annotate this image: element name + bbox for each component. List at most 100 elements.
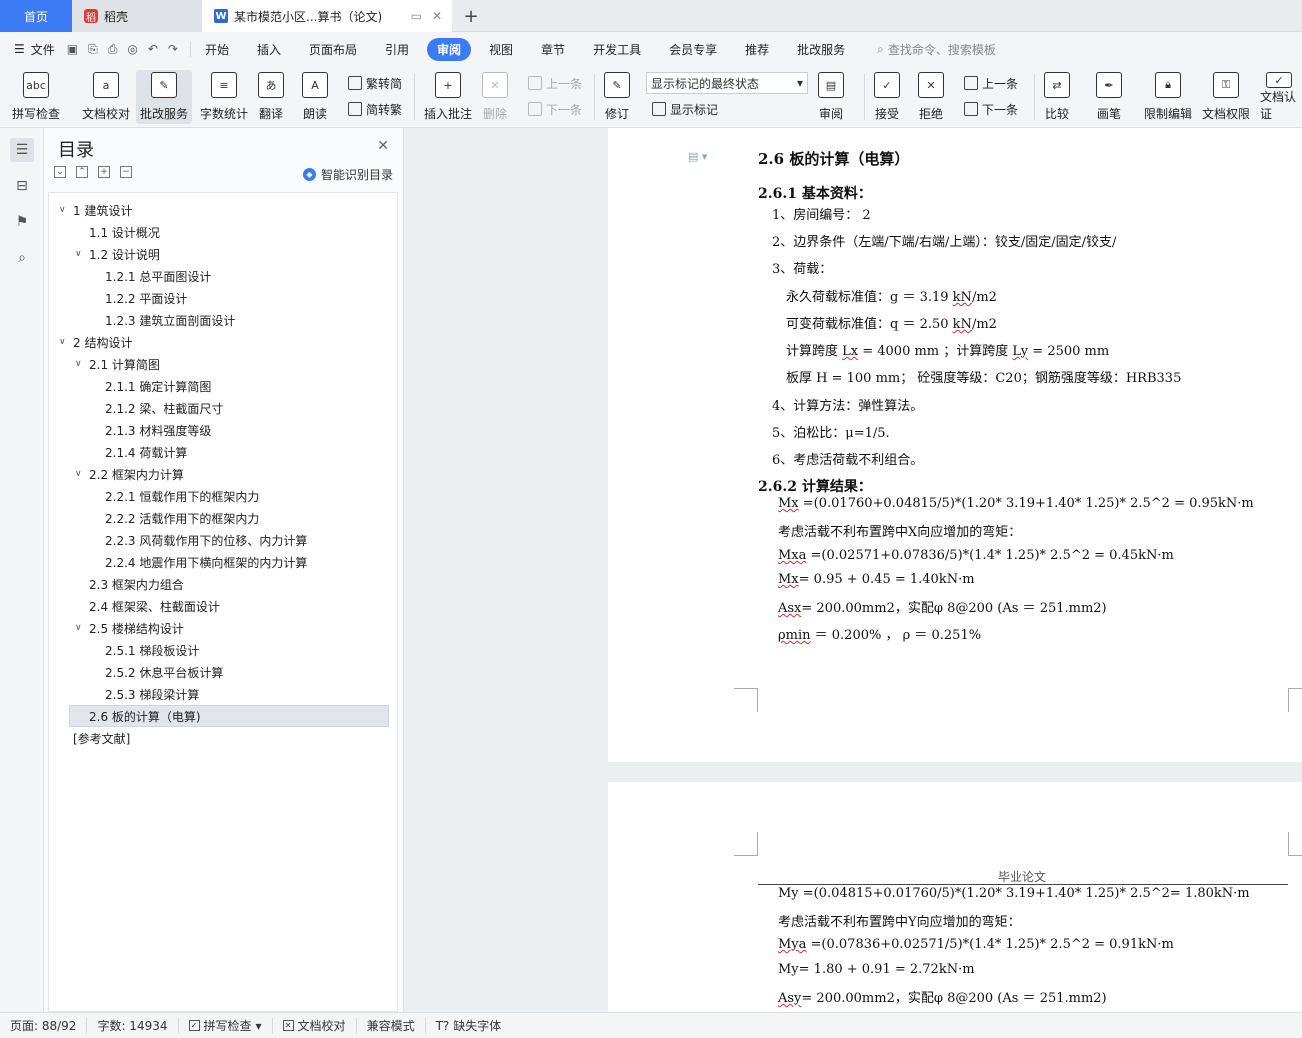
- tab-daoke[interactable]: 稻 稻壳: [72, 0, 202, 32]
- doc-cert-button[interactable]: ✓ 文档认证: [1256, 70, 1302, 124]
- command-search[interactable]: ⌕ 查找命令、搜索模板: [877, 41, 996, 58]
- menu-view[interactable]: 视图: [479, 38, 523, 61]
- track-changes-button[interactable]: ✎ 修订: [600, 70, 634, 124]
- toc-item[interactable]: ∨ 2.2 框架内力计算: [75, 463, 184, 485]
- accept-button[interactable]: ✓ 接受: [870, 70, 904, 124]
- spell-flagged-word[interactable]: Mx: [778, 496, 799, 511]
- spell-flagged-word[interactable]: Ly: [1012, 344, 1028, 359]
- spell-check-button[interactable]: abc 拼写检查: [8, 70, 64, 124]
- export-icon[interactable]: ⎘: [88, 42, 98, 57]
- prev-comment-button[interactable]: 上一条: [528, 72, 582, 94]
- menu-review-service[interactable]: 批改服务: [787, 38, 855, 61]
- prev-change-button[interactable]: 上一条: [964, 72, 1018, 94]
- search-icon[interactable]: ⌕: [10, 246, 34, 270]
- missing-font-indicator[interactable]: T? 缺失字体: [426, 1018, 512, 1034]
- spell-flagged-word[interactable]: Lx: [842, 344, 858, 359]
- spell-flagged-word[interactable]: Mxa: [778, 548, 806, 563]
- show-markup-button[interactable]: 显示标记: [652, 98, 718, 120]
- menu-chapter[interactable]: 章节: [531, 38, 575, 61]
- remove-level-icon[interactable]: −: [120, 166, 132, 178]
- markup-mode-select[interactable]: 显示标记的最终状态 ▾: [646, 72, 808, 94]
- chapter-nav-icon[interactable]: ⊟: [10, 174, 34, 198]
- toc-item[interactable]: ∨ 2 结构设计: [59, 331, 132, 353]
- toc-item[interactable]: 2.1.1 确定计算简图: [105, 375, 211, 397]
- review-service-button[interactable]: ✎ 批改服务: [136, 70, 193, 124]
- toc-item[interactable]: 2.5.2 休息平台板计算: [105, 661, 223, 683]
- next-change-button[interactable]: 下一条: [964, 98, 1018, 120]
- smart-toc-button[interactable]: ◆ 智能识别目录: [302, 166, 393, 183]
- proofread-toggle[interactable]: ✕ 文档校对: [273, 1017, 357, 1034]
- toc-item[interactable]: 2.5.3 梯段梁计算: [105, 683, 199, 705]
- toc-item[interactable]: ∨ 2.5 楼梯结构设计: [75, 617, 184, 639]
- new-tab-button[interactable]: +: [458, 0, 484, 32]
- close-icon[interactable]: ✕: [377, 138, 389, 154]
- toc-item[interactable]: 2.2.4 地震作用下横向框架的内力计算: [105, 551, 307, 573]
- undo-icon[interactable]: ↶: [148, 42, 158, 57]
- toc-item[interactable]: 2.2.1 恒载作用下的框架内力: [105, 485, 259, 507]
- toc-item[interactable]: 1.2.1 总平面图设计: [105, 265, 211, 287]
- menu-recommend[interactable]: 推荐: [735, 38, 779, 61]
- compare-button[interactable]: ⇄ 比较: [1040, 70, 1074, 124]
- toc-item[interactable]: 2.3 框架内力组合: [89, 573, 184, 595]
- menu-reference[interactable]: 引用: [375, 38, 419, 61]
- expand-all-icon[interactable]: ⌄: [54, 166, 66, 178]
- spell-flagged-word[interactable]: Asy: [778, 991, 801, 1006]
- spell-flagged-word[interactable]: ρmin: [778, 628, 811, 643]
- spell-flagged-word[interactable]: Asx: [778, 601, 801, 616]
- reviewer-button[interactable]: ▤ 审阅: [814, 70, 848, 124]
- collapse-all-icon[interactable]: ⌃: [76, 166, 88, 178]
- chevron-down-icon[interactable]: ∨: [75, 623, 89, 633]
- chevron-down-icon[interactable]: ∨: [59, 205, 73, 215]
- add-level-icon[interactable]: +: [98, 166, 110, 178]
- delete-comment-button[interactable]: ✕ 删除: [478, 70, 512, 124]
- print-icon[interactable]: ⎙: [108, 42, 118, 57]
- reject-button[interactable]: ✕ 拒绝: [914, 70, 948, 124]
- paragraph-note-icon[interactable]: ▤ ▾: [688, 150, 707, 163]
- menu-review[interactable]: 审阅: [427, 37, 472, 61]
- toc-item[interactable]: [参考文献]: [73, 727, 130, 749]
- menu-layout[interactable]: 页面布局: [299, 38, 367, 61]
- chevron-down-icon[interactable]: ∨: [75, 469, 89, 479]
- toc-item[interactable]: 2.5.1 梯段板设计: [105, 639, 199, 661]
- close-tab-icon[interactable]: ✕: [432, 9, 442, 23]
- chevron-down-icon[interactable]: ∨: [75, 249, 89, 259]
- toc-item[interactable]: 2.2.2 活载作用下的框架内力: [105, 507, 259, 529]
- toc-nav-icon[interactable]: ☰: [10, 138, 34, 162]
- toc-item-selected[interactable]: 2.6 板的计算（电算): [69, 705, 389, 727]
- toc-item[interactable]: 2.2.3 风荷载作用下的位移、内力计算: [105, 529, 307, 551]
- chevron-down-icon[interactable]: ∨: [59, 337, 73, 347]
- spell-flagged-word[interactable]: Mx: [778, 572, 799, 587]
- menu-start[interactable]: 开始: [195, 38, 239, 61]
- spell-flagged-word[interactable]: kN: [953, 290, 972, 305]
- toc-item[interactable]: 2.1.4 荷载计算: [105, 441, 187, 463]
- doc-permission-button[interactable]: ⚿ 文档权限: [1198, 70, 1254, 124]
- toc-item[interactable]: ∨ 2.1 计算简图: [75, 353, 160, 375]
- bookmark-icon[interactable]: ⚑: [10, 210, 34, 234]
- toc-item[interactable]: 2.1.3 材料强度等级: [105, 419, 211, 441]
- menu-insert[interactable]: 插入: [247, 38, 291, 61]
- menu-member[interactable]: 会员专享: [659, 38, 727, 61]
- simp-to-trad-button[interactable]: 简转繁: [348, 98, 402, 120]
- trad-to-simp-button[interactable]: 繁转简: [348, 72, 402, 94]
- spell-check-toggle[interactable]: ✓ 拼写检查 ▾: [179, 1017, 273, 1034]
- redo-icon[interactable]: ↷: [168, 42, 178, 57]
- compat-mode-indicator[interactable]: 兼容模式: [357, 1017, 426, 1034]
- toc-item[interactable]: 1.2.3 建筑立面剖面设计: [105, 309, 235, 331]
- pin-icon[interactable]: ▭: [411, 9, 422, 23]
- proofread-button[interactable]: a 文档校对: [78, 70, 134, 124]
- menu-developer[interactable]: 开发工具: [583, 38, 651, 61]
- file-menu[interactable]: ☰ 文件: [0, 41, 67, 58]
- toc-item[interactable]: 2.4 框架梁、柱截面设计: [89, 595, 220, 617]
- save-icon[interactable]: ▣: [67, 42, 78, 57]
- word-count-indicator[interactable]: 字数: 14934: [87, 1017, 179, 1034]
- spell-flagged-word[interactable]: Mya: [778, 937, 806, 952]
- toc-item[interactable]: ∨ 1 建筑设计: [59, 199, 132, 221]
- read-aloud-button[interactable]: A 朗读: [298, 70, 332, 124]
- next-comment-button[interactable]: 下一条: [528, 98, 582, 120]
- insert-comment-button[interactable]: + 插入批注: [420, 70, 476, 124]
- translate-button[interactable]: あ 翻译: [254, 70, 288, 124]
- toc-item[interactable]: 1.1 设计概况: [89, 221, 160, 243]
- tab-home[interactable]: 首页: [0, 0, 72, 32]
- toc-item[interactable]: 2.1.2 梁、柱截面尺寸: [105, 397, 223, 419]
- pen-button[interactable]: ✒ 画笔: [1092, 70, 1126, 124]
